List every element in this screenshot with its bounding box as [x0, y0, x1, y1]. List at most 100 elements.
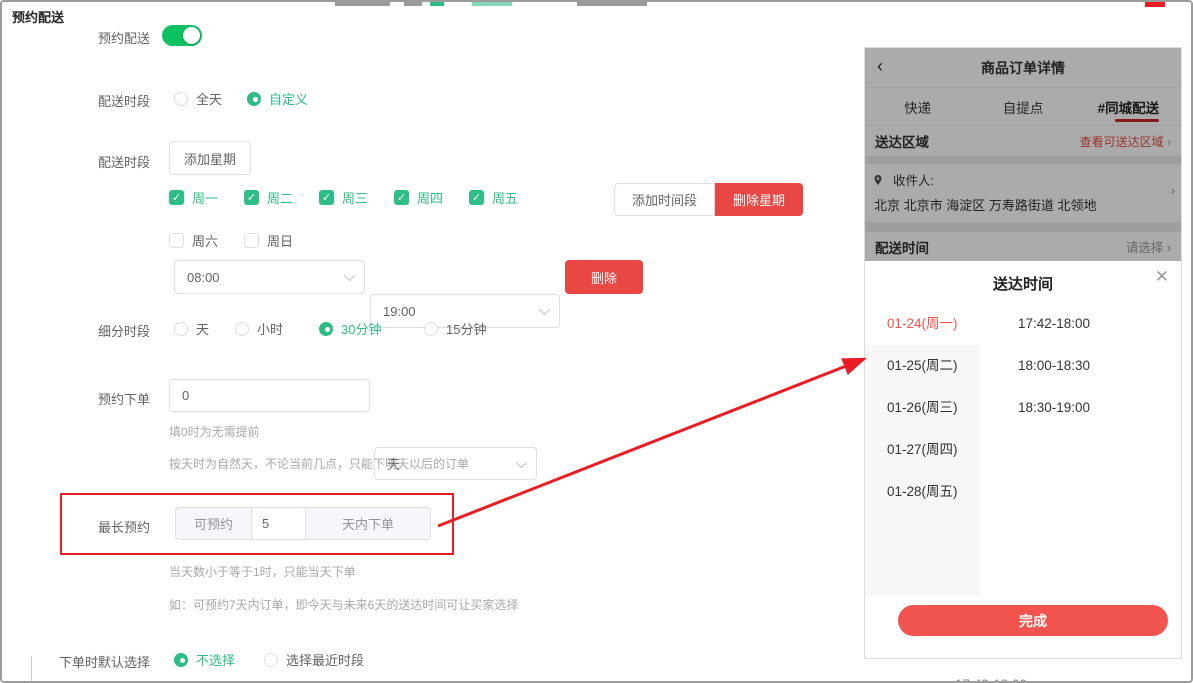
radio-label: 30分钟	[341, 319, 381, 338]
date-item-0125[interactable]: 01-25(周二)	[865, 345, 980, 387]
checkbox-icon	[244, 233, 259, 248]
cutoff-radio-15min: 15分钟	[622, 679, 684, 683]
close-icon[interactable]: ✕	[1155, 267, 1169, 287]
cutoff-top-fragment	[577, 2, 647, 6]
checkbox-icon: ✓	[319, 190, 334, 205]
time-slot-2[interactable]: 18:00-18:30	[1018, 345, 1090, 387]
toggle-row-label: 预约配送	[2, 28, 150, 47]
radio-hour[interactable]: 小时	[235, 319, 283, 338]
chevron-down-icon	[344, 270, 355, 281]
radio-15min[interactable]: 15分钟	[424, 319, 486, 338]
radio-30min[interactable]: 30分钟	[319, 319, 381, 338]
radio-no-selection[interactable]: 不选择	[174, 650, 235, 669]
checkbox-icon: ✓	[169, 190, 184, 205]
radio-label: 全天	[196, 89, 222, 108]
checkbox-wednesday[interactable]: ✓ 周三	[319, 188, 368, 207]
checkbox-label: 周三	[342, 188, 368, 207]
order-detail-screen: ‹ 商品订单详情 快递 自提点 #同城配送 送达区域 查看可送达区域 › 收件人…	[865, 48, 1181, 261]
checkbox-icon: ✓	[244, 190, 259, 205]
checkbox-sunday[interactable]: 周日	[244, 231, 293, 250]
weekday-row-label: 配送时段	[2, 152, 150, 171]
checkbox-label: 周一	[192, 188, 218, 207]
radio-label: 天	[196, 319, 209, 338]
chevron-down-icon	[539, 304, 550, 315]
max-booking-input-group: 可预约 5 天内下单	[175, 507, 431, 540]
radio-circle	[247, 92, 261, 106]
page-title: 预约配送	[12, 7, 64, 26]
modal-title: 送达时间	[865, 273, 1181, 294]
dim-overlay	[865, 48, 1181, 261]
toggle-knob	[183, 27, 200, 44]
cutoff-top-fragment	[404, 2, 422, 6]
radio-circle	[235, 322, 249, 336]
radio-circle	[174, 322, 188, 336]
max-booking-input[interactable]: 5	[251, 507, 306, 540]
cutoff-date-text: 01-24(周一)	[859, 677, 930, 683]
mobile-preview: ‹ 商品订单详情 快递 自提点 #同城配送 送达区域 查看可送达区域 › 收件人…	[864, 47, 1182, 659]
date-item-0124[interactable]: 01-24(周一)	[865, 303, 980, 345]
date-item-0126[interactable]: 01-26(周三)	[865, 387, 980, 429]
max-booking-hint-2: 如：可预约7天内订单，即今天与未来6天的送达时间可让买家选择	[169, 596, 518, 613]
delivery-time-modal: 送达时间 ✕ 01-24(周一) 01-25(周二) 01-26(周三) 01-…	[865, 261, 1181, 659]
radio-label: 15分钟	[446, 319, 486, 338]
cutoff-top-fragment	[1145, 2, 1165, 7]
add-timeslot-button[interactable]: 添加时间段	[614, 183, 715, 216]
cutoff-bottom-row: 细分时段 天 小时 30分钟 15分钟	[2, 679, 762, 683]
max-booking-prefix: 可预约	[175, 507, 251, 540]
time-to-value: 19:00	[383, 304, 416, 319]
time-from-select[interactable]: 08:00	[174, 260, 365, 294]
granularity-row-label: 细分时段	[2, 321, 150, 340]
radio-circle	[174, 653, 188, 667]
checkbox-thursday[interactable]: ✓ 周四	[394, 188, 443, 207]
radio-day[interactable]: 天	[174, 319, 209, 338]
cutoff-radio-day: 天	[254, 679, 289, 683]
checkbox-friday[interactable]: ✓ 周五	[469, 188, 518, 207]
radio-label: 自定义	[269, 89, 308, 108]
checkbox-label: 周六	[192, 231, 218, 250]
delete-week-button[interactable]: 删除星期	[715, 183, 803, 216]
date-item-0127[interactable]: 01-27(周四)	[865, 429, 980, 471]
scheduled-delivery-settings-panel: 预约配送 预约配送 配送时段 全天 自定义 配送时段 添加星期 ✓ 周一 ✓ 周…	[0, 0, 1193, 683]
radio-circle	[424, 322, 438, 336]
advance-order-input[interactable]: 0	[169, 379, 370, 412]
radio-label: 不选择	[196, 650, 235, 669]
done-button[interactable]: 完成	[898, 605, 1168, 636]
advance-order-hint-1: 填0时为无需提前	[169, 423, 260, 440]
checkbox-saturday[interactable]: 周六	[169, 231, 218, 250]
radio-circle	[319, 322, 333, 336]
cutoff-top-fragment	[430, 2, 444, 6]
advance-order-row-label: 预约下单	[2, 389, 150, 408]
checkbox-tuesday[interactable]: ✓ 周二	[244, 188, 293, 207]
radio-label: 小时	[257, 319, 283, 338]
date-item-0128[interactable]: 01-28(周五)	[865, 471, 980, 513]
checkbox-label: 周二	[267, 188, 293, 207]
max-booking-suffix: 天内下单	[306, 507, 431, 540]
chevron-down-icon	[516, 457, 527, 468]
cutoff-radio-hour: 小时	[298, 679, 346, 683]
cutoff-top-fragment	[472, 2, 512, 6]
radio-all-day[interactable]: 全天	[174, 89, 222, 108]
max-booking-row-label: 最长预约	[2, 517, 150, 536]
radio-label: 选择最近时段	[286, 650, 364, 669]
time-slot-1[interactable]: 17:42-18:00	[1018, 303, 1090, 345]
timeslot-button-group: 添加时间段 删除星期	[614, 183, 803, 216]
scheduled-delivery-toggle[interactable]	[162, 25, 202, 46]
checkbox-monday[interactable]: ✓ 周一	[169, 188, 218, 207]
radio-nearest-slot[interactable]: 选择最近时段	[264, 650, 364, 669]
cutoff-top-fragment	[335, 2, 390, 6]
time-from-value: 08:00	[187, 270, 220, 285]
checkbox-icon: ✓	[469, 190, 484, 205]
checkbox-icon: ✓	[394, 190, 409, 205]
max-booking-hint-1: 当天数小于等于1时，只能当天下单	[169, 563, 356, 580]
default-selection-row-label: 下单时默认选择	[2, 652, 150, 671]
checkbox-label: 周日	[267, 231, 293, 250]
add-week-button[interactable]: 添加星期	[169, 141, 251, 175]
period-row-label: 配送时段	[2, 91, 150, 110]
cutoff-slot-text: 17:42-18:00	[955, 677, 1027, 683]
checkbox-label: 周四	[417, 188, 443, 207]
time-slot-3[interactable]: 18:30-19:00	[1018, 387, 1090, 429]
radio-custom[interactable]: 自定义	[247, 89, 308, 108]
radio-circle	[264, 653, 278, 667]
delete-timeslot-button[interactable]: 删除	[565, 260, 643, 294]
checkbox-icon	[169, 233, 184, 248]
